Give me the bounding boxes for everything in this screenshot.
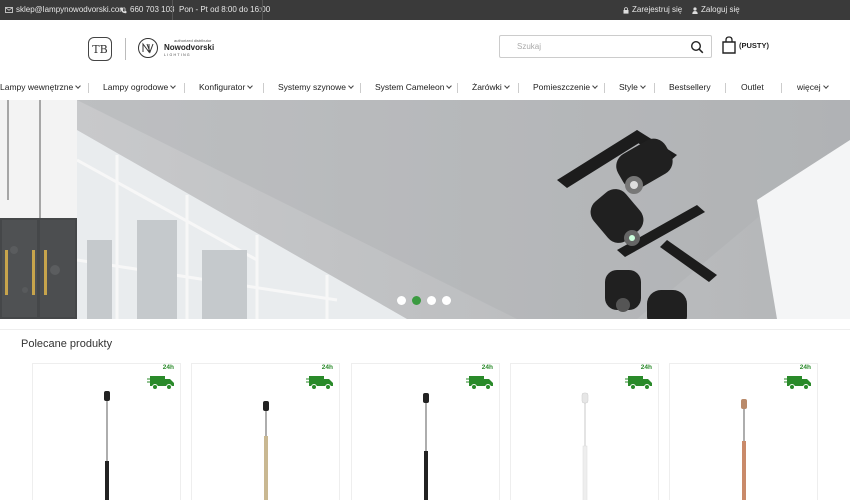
- nav-label: System Cameleon: [375, 82, 445, 92]
- product-card[interactable]: 24h: [510, 363, 659, 500]
- partner-name: Nowodvorski: [164, 43, 215, 52]
- emblem-lines-icon: [142, 42, 154, 54]
- delivery-truck-icon: [625, 376, 652, 390]
- phone-link[interactable]: 660 703 103: [120, 0, 175, 20]
- nav-divider: [360, 83, 361, 93]
- nowodvorski-emblem-icon: [138, 38, 158, 58]
- hours-text: Pon - Pt od 8:00 do 16:00: [179, 5, 271, 14]
- lock-icon: [623, 6, 629, 14]
- phone-icon: [120, 7, 127, 13]
- email-link[interactable]: sklep@lampynowodvorski.com: [5, 0, 126, 20]
- store-logo-letters: TB: [92, 42, 108, 56]
- nav-item-track-systems[interactable]: Systemy szynowe: [278, 77, 354, 98]
- chevron-down-icon: [822, 83, 829, 89]
- product-card[interactable]: 24h: [191, 363, 340, 500]
- slider-dot-2[interactable]: [412, 296, 421, 305]
- featured-products-title: Polecane produkty: [21, 338, 113, 350]
- current-slide: [77, 100, 850, 319]
- nav-label: Lampy wewnętrzne: [0, 82, 74, 92]
- product-card[interactable]: 24h: [351, 363, 500, 500]
- previous-slide-preview: [0, 100, 77, 319]
- store-logo[interactable]: TB: [88, 37, 112, 61]
- main-navigation: Lampy wewnętrzne Lampy ogrodowe Konfigur…: [0, 77, 850, 98]
- pendant-lamp-image: [263, 401, 269, 500]
- search-icon[interactable]: [690, 40, 704, 54]
- nav-item-outlet[interactable]: Outlet: [741, 77, 764, 98]
- search-box: [499, 35, 712, 58]
- partner-subtitle: LIGHTING: [164, 53, 191, 57]
- register-link[interactable]: Zarejestruj się: [623, 0, 682, 20]
- nav-divider: [184, 83, 185, 93]
- nav-item-garden-lamps[interactable]: Lampy ogrodowe: [103, 77, 177, 98]
- login-label: Zaloguj się: [701, 5, 740, 14]
- top-bar: sklep@lampynowodvorski.com 660 703 103 P…: [0, 0, 850, 20]
- nav-label: Konfigurator: [199, 82, 246, 92]
- envelope-icon: [5, 7, 13, 13]
- nav-label: Pomieszczenie: [533, 82, 591, 92]
- nav-label: Systemy szynowe: [278, 82, 347, 92]
- delivery-truck-icon: [306, 376, 333, 390]
- track-lighting-image: [77, 100, 850, 319]
- chevron-down-icon: [170, 83, 177, 89]
- nav-label: Style: [619, 82, 638, 92]
- nav-item-bestsellers[interactable]: Bestsellery: [669, 77, 711, 98]
- chevron-down-icon: [592, 83, 599, 89]
- register-label: Zarejestruj się: [632, 5, 683, 14]
- nav-divider: [457, 83, 458, 93]
- logo-divider: [125, 38, 126, 60]
- nav-divider: [518, 83, 519, 93]
- nav-divider: [88, 83, 89, 93]
- delivery-truck-icon: [466, 376, 493, 390]
- slider-dot-1[interactable]: [397, 296, 406, 305]
- section-divider: [0, 329, 850, 330]
- slider-dot-3[interactable]: [427, 296, 436, 305]
- pendant-interior-image: [0, 100, 77, 319]
- nav-divider: [263, 83, 264, 93]
- chevron-down-icon: [503, 83, 510, 89]
- chevron-down-icon: [348, 83, 354, 89]
- chevron-down-icon: [446, 83, 453, 89]
- nav-item-configurator[interactable]: Konfigurator: [199, 77, 254, 98]
- nav-item-indoor-lamps[interactable]: Lampy wewnętrzne: [0, 77, 82, 98]
- shopping-bag-icon: [722, 36, 736, 54]
- email-text: sklep@lampynowodvorski.com: [16, 5, 126, 14]
- chevron-down-icon: [640, 83, 646, 89]
- cart-label: (PUSTY): [739, 40, 769, 50]
- product-card[interactable]: 24h: [32, 363, 181, 500]
- search-input[interactable]: [500, 36, 680, 57]
- topbar-divider: [262, 0, 263, 20]
- opening-hours: Pon - Pt od 8:00 do 16:00: [179, 0, 270, 20]
- topbar-divider: [172, 0, 173, 20]
- nav-item-bulbs[interactable]: Żarówki: [472, 77, 510, 98]
- chevron-down-icon: [75, 83, 82, 89]
- nav-item-more[interactable]: więcej: [797, 77, 829, 98]
- nav-item-styles[interactable]: Style: [619, 77, 646, 98]
- nav-divider: [654, 83, 655, 93]
- login-link[interactable]: Zaloguj się: [692, 0, 740, 20]
- user-icon: [692, 6, 698, 14]
- nav-divider: [781, 83, 782, 93]
- phone-text: 660 703 103: [130, 5, 175, 14]
- slider-dots: [397, 296, 451, 305]
- nav-item-cameleon-system[interactable]: System Cameleon: [375, 77, 453, 98]
- hero-slider[interactable]: [0, 100, 850, 319]
- pendant-lamp-image: [423, 393, 429, 500]
- nav-item-rooms[interactable]: Pomieszczenie: [533, 77, 599, 98]
- delivery-truck-icon: [784, 376, 811, 390]
- product-card[interactable]: 24h: [669, 363, 818, 500]
- nav-label: więcej: [797, 82, 821, 92]
- nav-divider: [725, 83, 726, 93]
- pendant-lamp-image: [104, 391, 110, 500]
- nav-divider: [604, 83, 605, 93]
- cart-button[interactable]: (PUSTY): [722, 36, 769, 54]
- chevron-down-icon: [247, 83, 254, 89]
- pendant-lamp-image: [741, 399, 747, 500]
- slider-dot-4[interactable]: [442, 296, 451, 305]
- nav-label: Lampy ogrodowe: [103, 82, 169, 92]
- nav-label: Outlet: [741, 82, 764, 92]
- nav-label: Bestsellery: [669, 82, 711, 92]
- nav-label: Żarówki: [472, 82, 502, 92]
- delivery-truck-icon: [147, 376, 174, 390]
- pendant-lamp-image: [581, 392, 589, 500]
